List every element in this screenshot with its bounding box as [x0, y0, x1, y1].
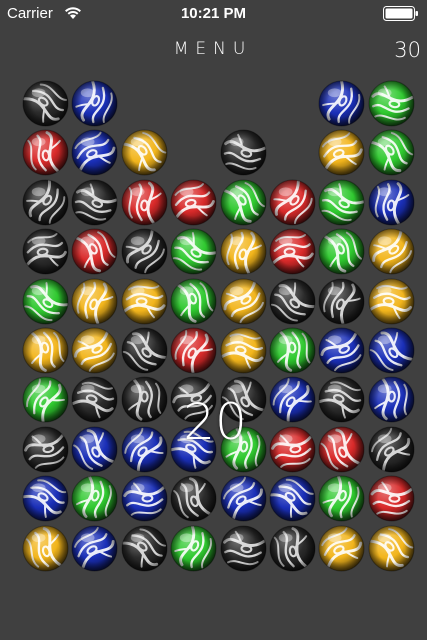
marble-black[interactable] — [170, 376, 217, 423]
marble-black[interactable] — [71, 179, 118, 226]
marble-black[interactable] — [368, 426, 415, 473]
marble-blue[interactable] — [318, 80, 365, 127]
marble-red[interactable] — [269, 426, 316, 473]
marble-blue[interactable] — [220, 475, 267, 522]
marble-red[interactable] — [170, 179, 217, 226]
marble-blue[interactable] — [170, 426, 217, 473]
marble-blue[interactable] — [71, 525, 118, 572]
marble-green[interactable] — [220, 179, 267, 226]
game-board — [0, 0, 427, 640]
marble-yellow[interactable] — [71, 327, 118, 374]
marble-blue[interactable] — [121, 426, 168, 473]
marble-black[interactable] — [22, 80, 69, 127]
marble-blue[interactable] — [71, 80, 118, 127]
marble-yellow[interactable] — [220, 327, 267, 374]
marble-yellow[interactable] — [368, 278, 415, 325]
marble-red[interactable] — [368, 475, 415, 522]
marble-blue[interactable] — [368, 179, 415, 226]
marble-black[interactable] — [22, 426, 69, 473]
marble-blue[interactable] — [368, 376, 415, 423]
marble-blue[interactable] — [269, 475, 316, 522]
marble-yellow[interactable] — [121, 129, 168, 176]
marble-black[interactable] — [269, 278, 316, 325]
marble-black[interactable] — [220, 525, 267, 572]
marble-blue[interactable] — [121, 475, 168, 522]
marble-black[interactable] — [170, 475, 217, 522]
marble-green[interactable] — [220, 426, 267, 473]
marble-red[interactable] — [318, 426, 365, 473]
marble-yellow[interactable] — [22, 525, 69, 572]
marble-green[interactable] — [170, 228, 217, 275]
marble-black[interactable] — [22, 228, 69, 275]
marble-black[interactable] — [121, 376, 168, 423]
marble-yellow[interactable] — [368, 228, 415, 275]
marble-black[interactable] — [71, 376, 118, 423]
marble-black[interactable] — [318, 376, 365, 423]
marble-green[interactable] — [368, 80, 415, 127]
marble-red[interactable] — [71, 228, 118, 275]
marble-green[interactable] — [269, 327, 316, 374]
marble-black[interactable] — [318, 278, 365, 325]
marble-blue[interactable] — [71, 426, 118, 473]
marble-green[interactable] — [318, 475, 365, 522]
marble-red[interactable] — [269, 179, 316, 226]
marble-blue[interactable] — [22, 475, 69, 522]
marble-red[interactable] — [170, 327, 217, 374]
marble-green[interactable] — [71, 475, 118, 522]
marble-red[interactable] — [121, 179, 168, 226]
marble-yellow[interactable] — [318, 129, 365, 176]
marble-yellow[interactable] — [22, 327, 69, 374]
marble-black[interactable] — [220, 376, 267, 423]
marble-black[interactable] — [269, 525, 316, 572]
marble-yellow[interactable] — [220, 278, 267, 325]
marble-green[interactable] — [22, 376, 69, 423]
marble-blue[interactable] — [318, 327, 365, 374]
marble-yellow[interactable] — [71, 278, 118, 325]
marble-green[interactable] — [170, 278, 217, 325]
marble-black[interactable] — [22, 179, 69, 226]
marble-red[interactable] — [269, 228, 316, 275]
marble-blue[interactable] — [368, 327, 415, 374]
marble-black[interactable] — [220, 129, 267, 176]
marble-green[interactable] — [22, 278, 69, 325]
marble-green[interactable] — [170, 525, 217, 572]
marble-yellow[interactable] — [220, 228, 267, 275]
marble-blue[interactable] — [269, 376, 316, 423]
marble-green[interactable] — [318, 228, 365, 275]
marble-black[interactable] — [121, 327, 168, 374]
marble-green[interactable] — [368, 129, 415, 176]
marble-green[interactable] — [318, 179, 365, 226]
marble-yellow[interactable] — [318, 525, 365, 572]
marble-red[interactable] — [22, 129, 69, 176]
marble-yellow[interactable] — [121, 278, 168, 325]
marble-black[interactable] — [121, 525, 168, 572]
marble-black[interactable] — [121, 228, 168, 275]
marble-blue[interactable] — [71, 129, 118, 176]
marble-yellow[interactable] — [368, 525, 415, 572]
